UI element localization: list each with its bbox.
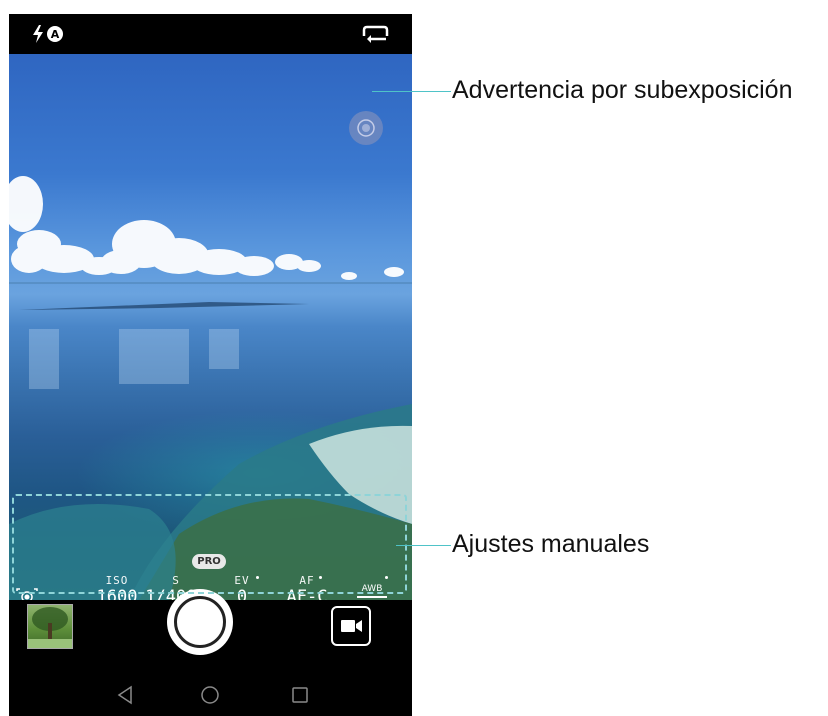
underexposure-callout-line xyxy=(372,91,451,92)
camera-top-bar: A xyxy=(9,14,412,54)
shutter-button[interactable] xyxy=(167,589,233,655)
manual-settings-highlight xyxy=(12,494,407,594)
underexposure-warning-icon[interactable] xyxy=(349,111,383,145)
awb-underline xyxy=(357,596,387,598)
navigation-bar xyxy=(9,670,412,716)
manual-callout-label: Ajustes manuales xyxy=(452,530,650,558)
manual-callout-line xyxy=(396,545,451,546)
shutter-icon xyxy=(174,596,226,648)
recents-icon[interactable] xyxy=(289,684,311,706)
home-icon[interactable] xyxy=(199,684,221,706)
video-mode-button[interactable] xyxy=(331,606,371,646)
back-icon[interactable] xyxy=(114,684,136,706)
flash-auto-icon[interactable]: A xyxy=(31,23,67,45)
video-camera-icon xyxy=(341,620,362,632)
svg-text:A: A xyxy=(51,28,60,41)
switch-camera-icon[interactable] xyxy=(360,24,390,44)
underexposure-callout-label: Advertencia por subexposición xyxy=(452,76,793,104)
gallery-thumbnail[interactable] xyxy=(27,604,73,649)
